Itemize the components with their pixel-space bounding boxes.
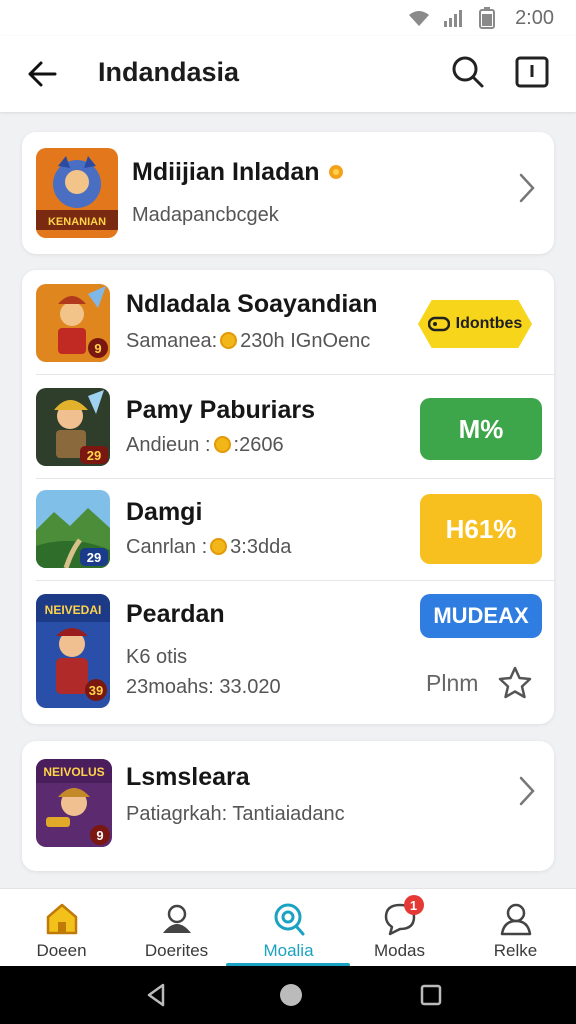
square-recents-icon	[420, 984, 442, 1006]
footer-thumbnail: NEIVOLUS 9	[36, 759, 112, 847]
featured-card[interactable]: KENANIAN Mdiijian Inladan Madapancbcgek	[22, 132, 554, 254]
nav-label: Modas	[373, 941, 426, 960]
footer-subtitle: Patiagrkah: Tantiaiadanc	[126, 803, 345, 825]
back-button[interactable]	[22, 54, 62, 94]
info-button[interactable]	[512, 52, 552, 92]
search-circle-icon	[274, 903, 304, 936]
item-thumb-text: NEIVEDAI	[45, 603, 102, 617]
nav-item-relke[interactable]: Relke	[458, 889, 573, 967]
status-time: 2:00	[515, 6, 554, 29]
item-badge: 29	[87, 448, 101, 463]
user-card-icon	[162, 904, 191, 933]
chevron-right-icon	[519, 776, 535, 806]
item-thumbnail: 29	[36, 388, 110, 466]
verified-icon	[329, 165, 344, 179]
footer-thumb-text: NEIVOLUS	[43, 765, 104, 779]
game-list-card: 9 Ndladala Soayandian Samanea: 230h IGnOe…	[22, 270, 554, 724]
system-back-button[interactable]	[141, 980, 171, 1010]
triangle-back-icon	[147, 983, 165, 1007]
circle-home-icon	[280, 984, 302, 1006]
bottom-nav: Doeen Doerites Moalia 1 Modas Relke	[0, 888, 576, 967]
notification-badge: 1	[403, 895, 424, 915]
page-title: Indandasia	[98, 57, 240, 87]
item-thumbnail: 9	[36, 284, 110, 362]
item-title: Damgi	[126, 498, 203, 526]
item-badge: 39	[89, 683, 103, 698]
footer-chevron[interactable]	[512, 771, 542, 811]
nav-item-moalia[interactable]: Moalia	[231, 889, 346, 967]
coin-icon	[220, 332, 238, 349]
person-icon	[500, 903, 531, 936]
nav-label: Relke	[493, 941, 538, 960]
divider	[36, 374, 554, 375]
item-thumbnail: 29	[36, 490, 110, 568]
item-badge: 9	[94, 341, 101, 356]
coin-icon	[213, 436, 231, 453]
featured-thumbnail: KENANIAN	[36, 148, 118, 238]
search-icon	[452, 56, 484, 88]
featured-subtitle: Madapancbcgek	[132, 204, 279, 226]
arrow-left-icon	[28, 61, 57, 87]
system-nav-bar	[0, 966, 576, 1024]
item-action-button[interactable]: H61%	[420, 494, 542, 564]
search-button[interactable]	[448, 52, 488, 92]
signal-icon	[444, 10, 463, 27]
plan-label: Plnm	[426, 670, 479, 696]
item-subtitle: K6 otis	[126, 646, 188, 668]
item-subtitle: Andieun ::2606	[126, 434, 284, 456]
status-bar: 2:00	[0, 0, 576, 36]
item-badge: 29	[87, 550, 101, 565]
item-action-button[interactable]: MUDEAX	[420, 594, 542, 638]
footer-card[interactable]: NEIVOLUS 9 Lsmsleara Patiagrkah: Tantiai…	[22, 741, 554, 871]
system-home-button[interactable]	[276, 980, 306, 1010]
divider	[36, 478, 554, 479]
featured-title: Mdiijian Inladan	[132, 158, 346, 187]
footer-title: Lsmsleara	[126, 763, 250, 791]
info-box-icon	[515, 56, 549, 88]
nav-item-modas[interactable]: 1 Modas	[342, 889, 457, 967]
footer-badge: 9	[96, 828, 103, 843]
item-title: Ndladala Soayandian	[126, 290, 378, 318]
item-meta: 23moahs: 33.020	[126, 676, 281, 698]
item-subtitle: Canrlan :3:3dda	[126, 536, 292, 558]
item-title: Pamy Paburiars	[126, 396, 315, 424]
item-action-button[interactable]: Idontbes	[418, 300, 532, 348]
nav-item-home[interactable]: Doeen	[4, 889, 119, 967]
chevron-right-icon	[519, 173, 535, 203]
item-thumbnail: NEIVEDAI 39	[36, 594, 110, 708]
nav-label: Doerites	[144, 941, 209, 960]
coin-icon	[210, 538, 228, 555]
divider	[36, 580, 554, 581]
item-title: Peardan	[126, 600, 225, 628]
nav-label: Moalia	[263, 941, 314, 960]
battery-icon	[479, 7, 496, 29]
star-icon	[498, 666, 532, 699]
controller-icon	[427, 316, 450, 332]
featured-thumb-text: KENANIAN	[48, 216, 106, 228]
item-subtitle: Samanea: 230h IGnOenc	[126, 330, 371, 352]
nav-label: Doeen	[36, 941, 87, 960]
wifi-icon	[409, 11, 430, 26]
home-icon	[46, 903, 77, 935]
system-recents-button[interactable]	[416, 980, 446, 1010]
favorite-button[interactable]	[496, 664, 534, 702]
featured-chevron[interactable]	[512, 168, 542, 208]
item-action-button[interactable]: M%	[420, 398, 542, 460]
nav-item-doerites[interactable]: Doerites	[119, 889, 234, 967]
app-bar: Indandasia	[0, 36, 576, 112]
